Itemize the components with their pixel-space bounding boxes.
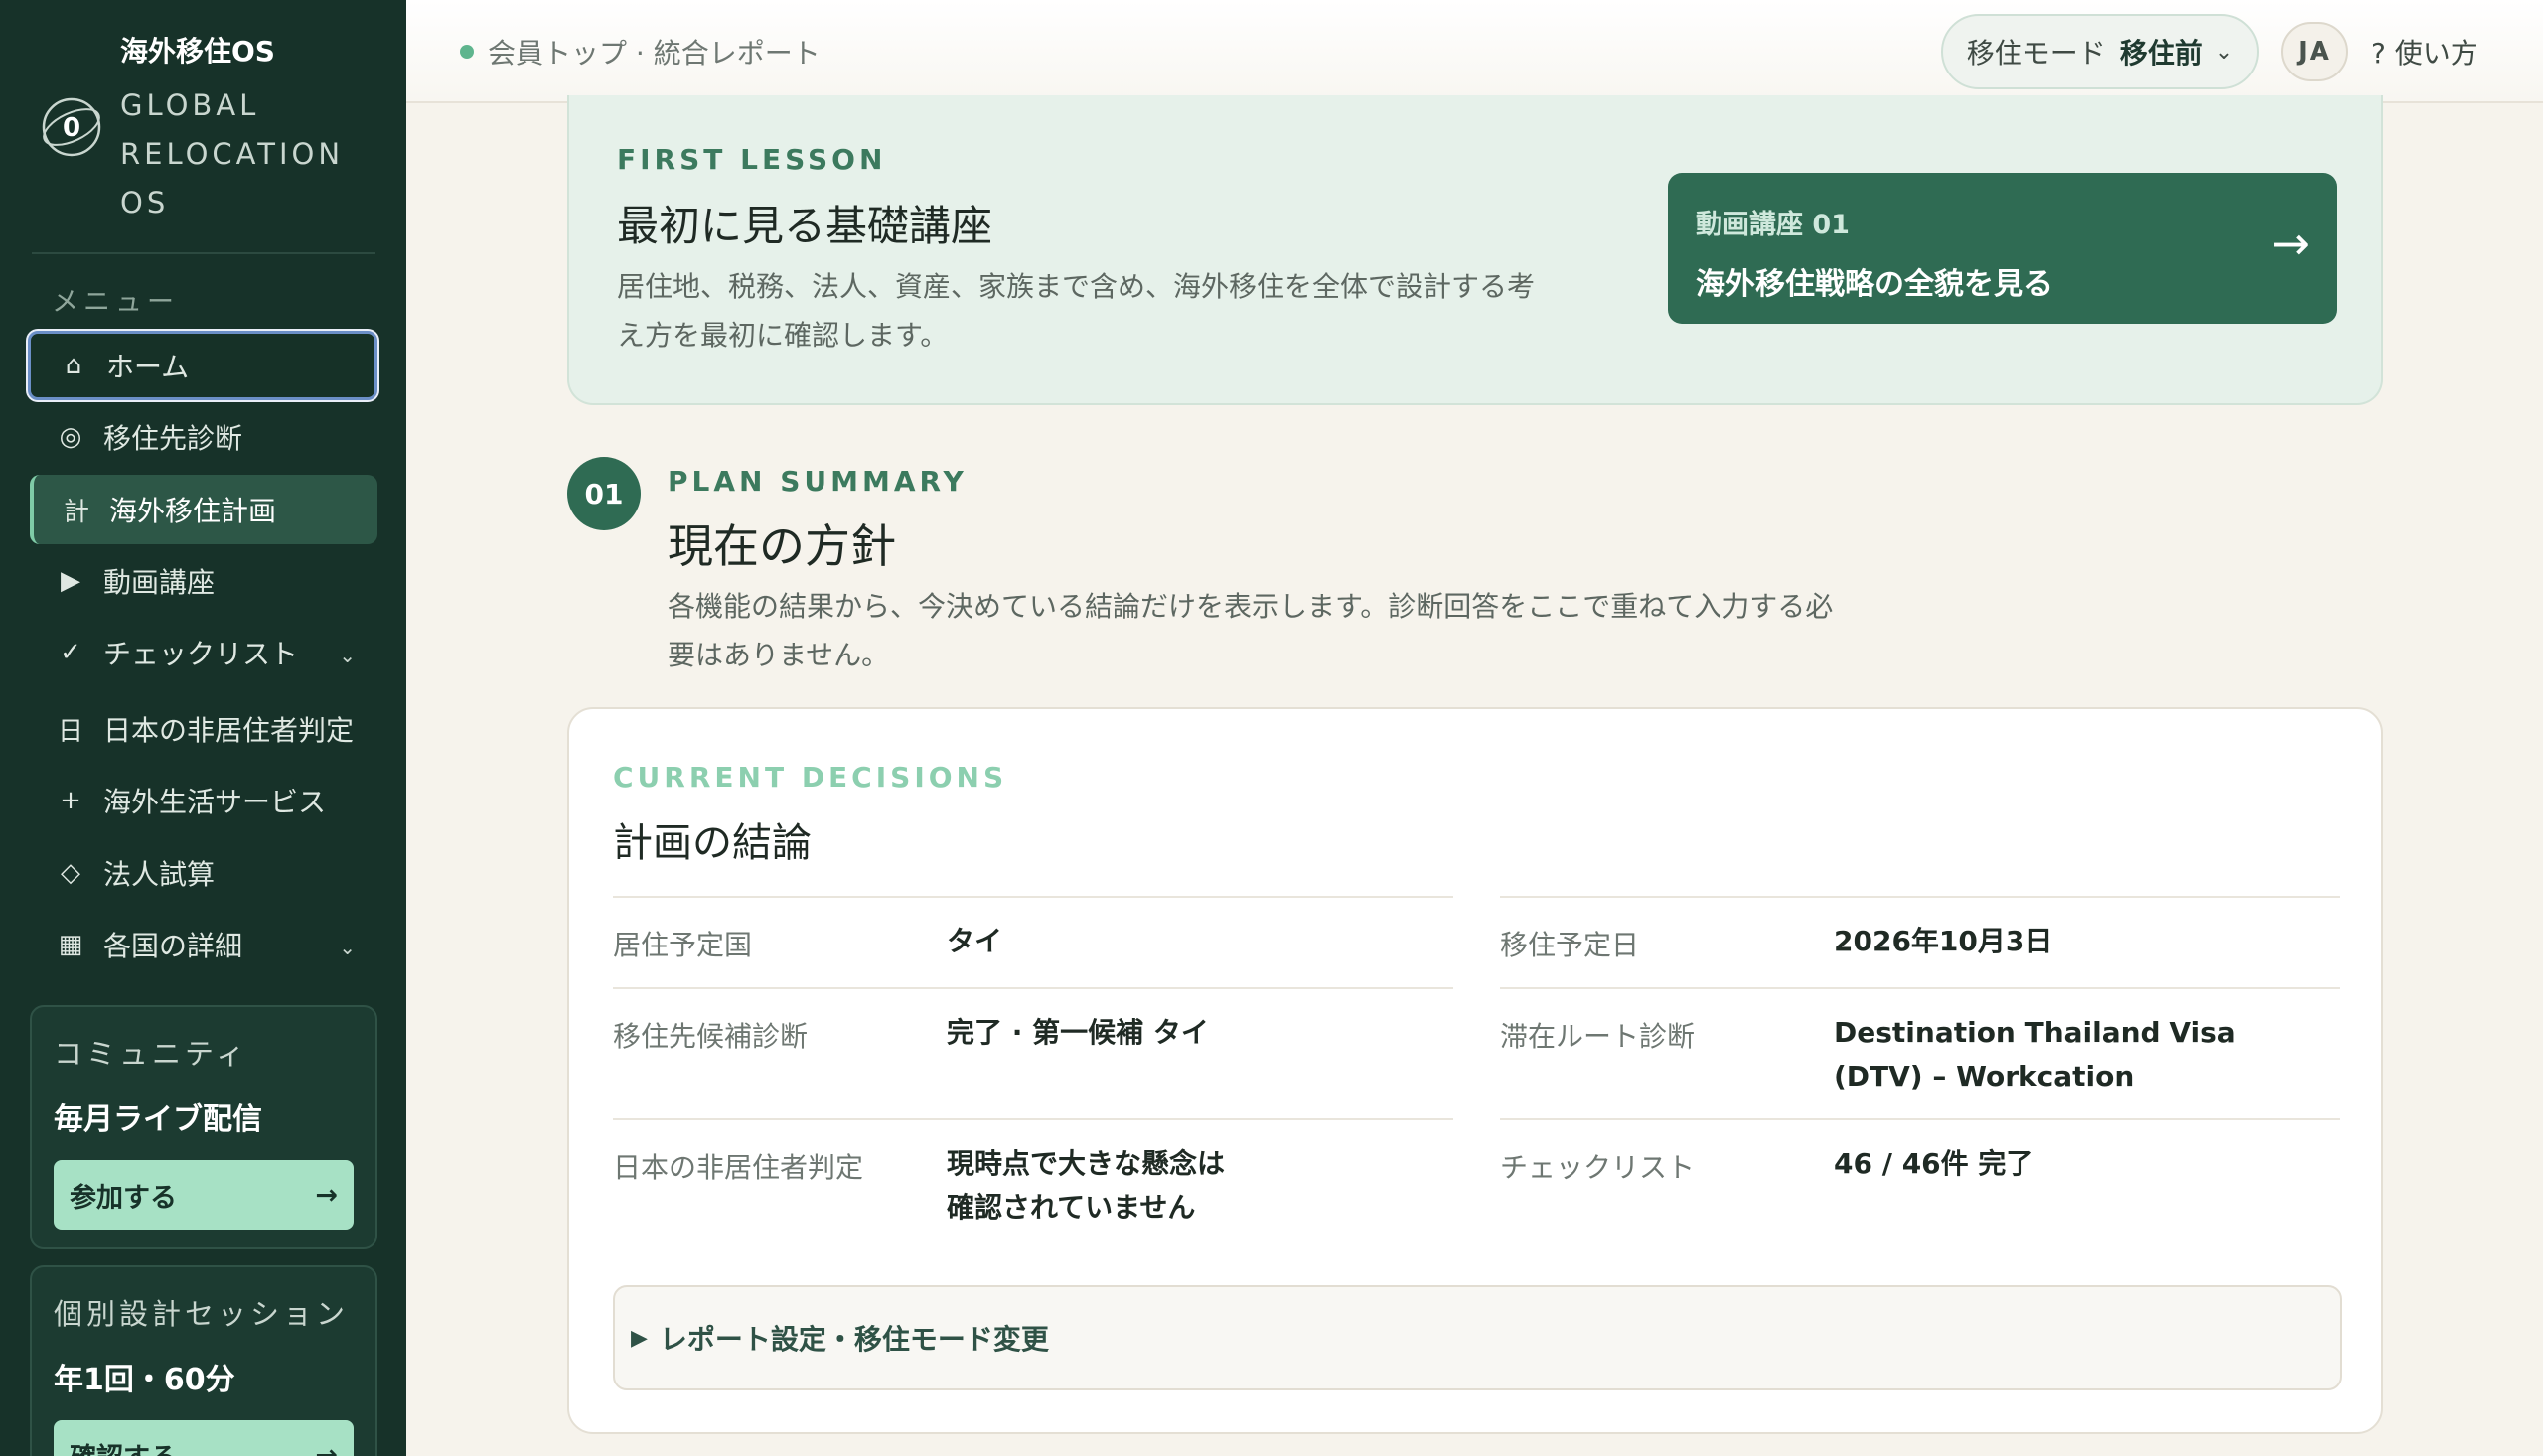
brand-logo-letter: 0 xyxy=(63,113,80,143)
plan-icon: 計 xyxy=(63,497,89,527)
decision-value: 完了 · 第一候補 タイ xyxy=(947,1016,1209,1049)
sidebar-item-video-courses[interactable]: ▶ 動画講座 xyxy=(28,546,377,616)
decision-label: チェックリスト xyxy=(1500,1151,1696,1184)
community-label: コミュニティ xyxy=(54,1037,249,1071)
decision-label: 滞在ルート診断 xyxy=(1500,1020,1696,1053)
plan-eyebrow: PLAN SUMMARY xyxy=(668,465,968,498)
sidebar-item-label: チェックリスト xyxy=(103,638,299,670)
decision-row: 移住予定日 2026年10月3日 xyxy=(1500,896,2340,985)
sidebar-item-label: 移住先診断 xyxy=(103,422,243,455)
decision-row: 居住予定国 タイ xyxy=(613,896,1453,985)
chevron-down-icon[interactable]: ⌄ xyxy=(339,936,356,959)
status-dot-icon xyxy=(460,45,474,59)
confirm-button[interactable]: 確認する → xyxy=(54,1420,354,1456)
sidebar-item-label: 法人試算 xyxy=(103,858,216,891)
top-bar: 会員トップ · 統合レポート 移住モード 移住前 ⌄ JA ? 使い方 xyxy=(406,0,2543,103)
sidebar-item-label: 海外生活サービス xyxy=(103,786,327,818)
community-card: コミュニティ 毎月ライブ配信 参加する → xyxy=(30,1005,377,1249)
sidebar-item-home[interactable]: ⌂ ホーム xyxy=(28,331,377,400)
arrow-right-icon: → xyxy=(315,1179,338,1211)
decision-label: 移住予定日 xyxy=(1500,929,1640,961)
japan-icon: 日 xyxy=(57,716,83,747)
grid-icon: ▦ xyxy=(58,930,83,959)
decision-label: 日本の非居住者判定 xyxy=(613,1151,864,1184)
decision-value: 2026年10月3日 xyxy=(1834,925,2053,957)
sidebar-item-overseas-services[interactable]: + 海外生活サービス xyxy=(28,766,377,835)
play-icon: ▶ xyxy=(61,566,80,596)
help-link[interactable]: ? 使い方 xyxy=(2371,32,2478,72)
plan-title: 現在の方針 xyxy=(668,519,896,573)
lesson-title: 最初に見る基礎講座 xyxy=(617,202,993,250)
sidebar-item-label: 動画講座 xyxy=(103,566,216,599)
decisions-eyebrow: CURRENT DECISIONS xyxy=(613,761,1008,794)
plan-description: 各機能の結果から、今決めている結論だけを表示します。診断回答をここで重ねて入力す… xyxy=(668,590,1834,671)
relocation-mode-select[interactable]: 移住モード 移住前 ⌄ xyxy=(1941,14,2259,89)
sidebar-item-country-details[interactable]: ▦ 各国の詳細 ⌄ xyxy=(28,910,377,979)
sidebar-item-label: 日本の非居住者判定 xyxy=(103,714,355,747)
decisions-title: 計画の結論 xyxy=(613,820,812,866)
decision-row: 移住先候補診断 完了 · 第一候補 タイ xyxy=(613,987,1453,1116)
language-button[interactable]: JA xyxy=(2281,22,2348,81)
triangle-right-icon: ▶ xyxy=(631,1325,648,1351)
step-number-badge: 01 xyxy=(567,457,641,530)
home-icon: ⌂ xyxy=(65,351,82,380)
sidebar-item-label: 各国の詳細 xyxy=(103,930,243,962)
sidebar: 海外移住OS 0 GLOBAL RELOCATION OS メニュー ⌂ ホーム… xyxy=(0,0,406,1456)
mode-value: 移住前 xyxy=(2119,37,2203,70)
first-lesson-card: FIRST LESSON 最初に見る基礎講座 居住地、税務、法人、資産、家族まで… xyxy=(567,95,2383,405)
decision-value: 現時点で大きな懸念は確認されていません xyxy=(947,1147,1226,1224)
check-icon: ✓ xyxy=(60,638,81,667)
menu-heading: メニュー xyxy=(52,287,179,318)
sidebar-item-corporate-estimate[interactable]: ◇ 法人試算 xyxy=(28,838,377,908)
decision-row: チェックリスト 46 / 46件 完了 xyxy=(1500,1118,2340,1247)
brand-logo-icon: 0 xyxy=(42,97,101,157)
target-icon: ◎ xyxy=(59,422,82,452)
sidebar-item-relocation-plan[interactable]: 計 海外移住計画 xyxy=(30,475,377,544)
decision-row: 滞在ルート診断 Destination Thailand Visa (DTV) … xyxy=(1500,987,2340,1116)
video-title: 海外移住戦略の全貌を見る xyxy=(1696,267,2053,302)
plus-icon: + xyxy=(60,786,81,815)
sidebar-item-checklist[interactable]: ✓ チェックリスト ⌄ xyxy=(28,618,377,687)
sidebar-item-label: 海外移住計画 xyxy=(109,495,277,527)
confirm-button-label: 確認する xyxy=(70,1436,177,1456)
watch-video-button[interactable]: 動画講座 01 海外移住戦略の全貌を見る → xyxy=(1668,173,2337,324)
report-settings-label: レポート設定・移住モード変更 xyxy=(659,1323,1049,1356)
arrow-right-icon: → xyxy=(315,1439,338,1456)
report-settings-disclosure[interactable]: ▶ レポート設定・移住モード変更 xyxy=(613,1285,2342,1390)
decision-value: Destination Thailand Visa (DTV) – Workca… xyxy=(1834,1016,2236,1092)
sidebar-item-label: ホーム xyxy=(106,351,190,383)
diamond-icon: ◇ xyxy=(61,858,80,888)
join-button-label: 参加する xyxy=(70,1182,177,1214)
session-label: 個別設計セッション xyxy=(54,1297,350,1331)
decision-label: 居住予定国 xyxy=(613,929,753,961)
decision-value: 46 / 46件 完了 xyxy=(1834,1147,2034,1180)
lesson-eyebrow: FIRST LESSON xyxy=(617,143,887,176)
brand-title: 海外移住OS xyxy=(120,35,275,68)
chevron-down-icon[interactable]: ⌄ xyxy=(339,644,356,667)
sidebar-item-destination-diagnosis[interactable]: ◎ 移住先診断 xyxy=(28,402,377,472)
community-title: 毎月ライブ配信 xyxy=(54,1102,262,1137)
decision-label: 移住先候補診断 xyxy=(613,1020,809,1053)
decision-value: タイ xyxy=(947,925,1003,957)
lesson-description: 居住地、税務、法人、資産、家族まで含め、海外移住を全体で設計する考え方を最初に確… xyxy=(617,270,1536,352)
mode-label: 移住モード xyxy=(1966,37,2106,70)
decision-row: 日本の非居住者判定 現時点で大きな懸念は確認されていません xyxy=(613,1118,1453,1247)
sidebar-item-non-resident[interactable]: 日 日本の非居住者判定 xyxy=(28,694,377,764)
current-decisions-card: CURRENT DECISIONS 計画の結論 居住予定国 タイ 移住予定日 2… xyxy=(567,707,2383,1434)
session-title: 年1回・60分 xyxy=(54,1363,235,1397)
sidebar-divider xyxy=(32,252,375,254)
chevron-down-icon: ⌄ xyxy=(2214,39,2234,65)
arrow-right-icon: → xyxy=(2271,217,2310,270)
video-number: 動画講座 01 xyxy=(1696,210,1850,240)
join-button[interactable]: 参加する → xyxy=(54,1160,354,1230)
session-card: 個別設計セッション 年1回・60分 確認する → xyxy=(30,1265,377,1456)
breadcrumb[interactable]: 会員トップ · 統合レポート xyxy=(460,32,821,72)
breadcrumb-text: 会員トップ · 統合レポート xyxy=(488,37,821,70)
brand-subtitle: GLOBAL RELOCATION OS xyxy=(120,88,345,219)
